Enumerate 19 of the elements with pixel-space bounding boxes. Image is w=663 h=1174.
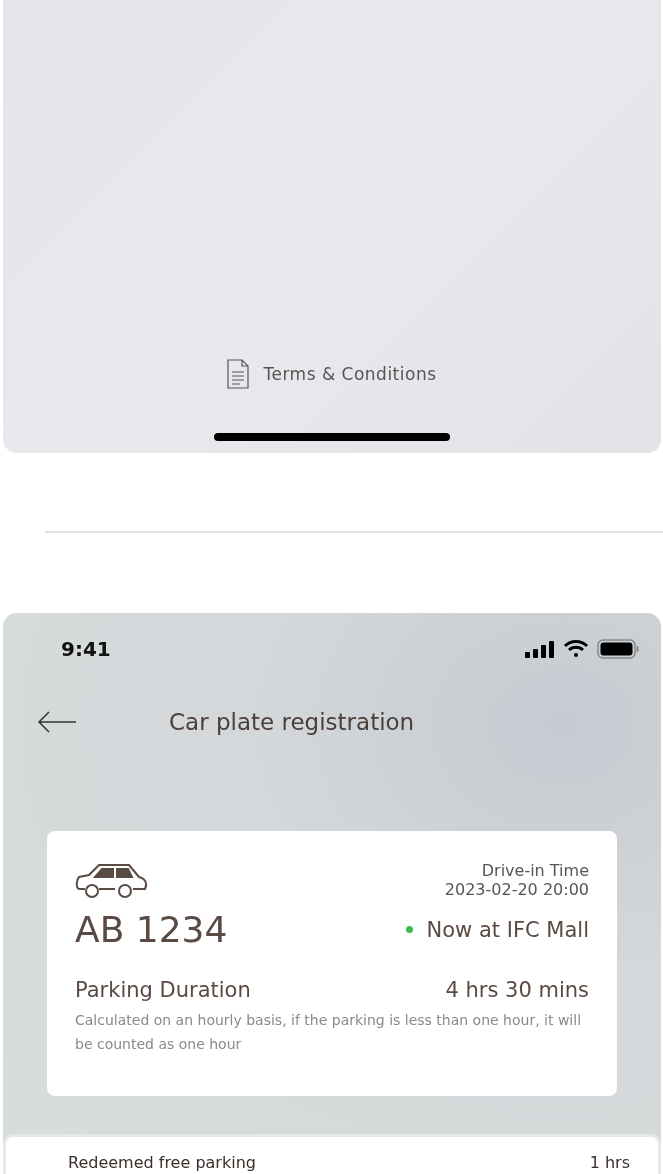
location-status: Now at IFC Mall — [426, 917, 589, 942]
back-button[interactable] — [37, 711, 77, 733]
terms-link[interactable]: Terms & Conditions — [227, 359, 437, 389]
duration-note: Calculated on an hourly basis, if the parking is less than one hour, it will be counted as one hour — [75, 1011, 583, 1054]
document-icon — [227, 359, 250, 389]
drive-in-label: Drive-in Time — [481, 861, 589, 880]
signal-icon — [525, 640, 555, 658]
back-arrow-icon — [37, 711, 77, 733]
redeem-label: Redeemed free parking — [68, 1153, 256, 1174]
page-title: Car plate registration — [169, 709, 415, 735]
battery-icon — [597, 639, 639, 659]
car-plate: AB 1234 — [75, 909, 228, 950]
drive-in-time: 2023-02-20 20:00 — [444, 880, 589, 899]
redeem-value: 1 hrs — [589, 1153, 630, 1174]
duration-label: Parking Duration — [75, 978, 251, 1002]
status-time: 9:41 — [61, 637, 111, 661]
wifi-icon — [563, 640, 589, 658]
car-icon — [75, 861, 149, 899]
duration-value: 4 hrs 30 mins — [445, 978, 589, 1002]
